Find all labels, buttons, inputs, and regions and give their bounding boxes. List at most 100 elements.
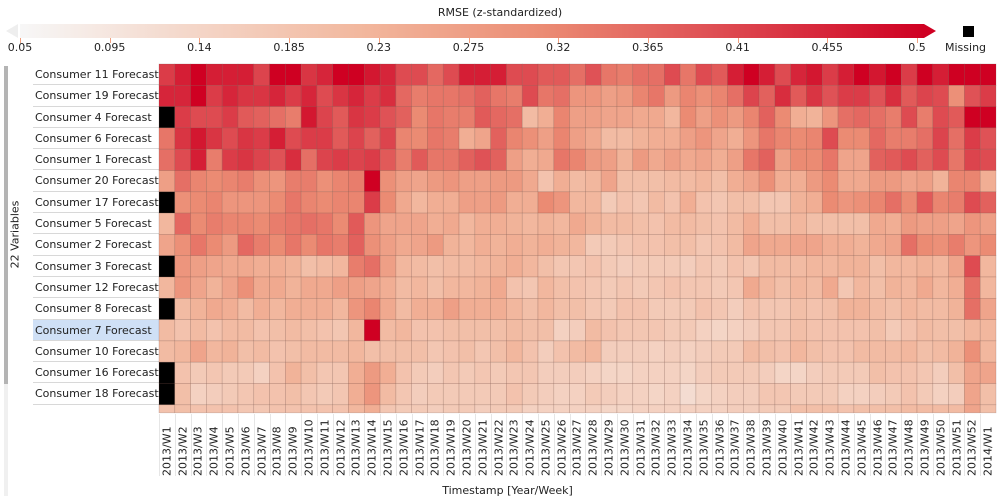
heatmap-cell[interactable] <box>600 191 618 214</box>
heatmap-cell[interactable] <box>900 383 918 406</box>
heatmap-cell[interactable] <box>395 234 412 256</box>
heatmap-cell[interactable] <box>821 340 839 363</box>
heatmap-cell[interactable] <box>916 234 934 256</box>
heatmap-cell[interactable] <box>821 404 839 414</box>
heatmap-cell[interactable] <box>758 212 776 235</box>
heatmap-cell[interactable] <box>664 170 681 193</box>
heatmap-cell[interactable] <box>316 234 334 256</box>
heatmap-cell[interactable] <box>316 191 334 214</box>
heatmap-cell[interactable] <box>221 106 239 129</box>
heatmap-cell[interactable] <box>932 191 949 214</box>
heatmap-cell[interactable] <box>348 276 365 299</box>
heatmap-cell[interactable] <box>853 170 870 193</box>
heatmap-cell[interactable] <box>316 404 334 414</box>
heatmap-cell[interactable] <box>790 170 807 193</box>
heatmap-cell[interactable] <box>253 170 270 193</box>
heatmap-cell[interactable] <box>442 148 460 171</box>
heatmap-cell[interactable] <box>206 276 223 299</box>
heatmap-cell[interactable] <box>616 234 634 256</box>
heatmap-cell[interactable] <box>395 319 412 342</box>
heatmap-cell[interactable] <box>569 106 586 129</box>
heatmap-cell[interactable] <box>853 361 870 384</box>
heatmap-cell[interactable] <box>253 191 270 214</box>
heatmap-cell[interactable] <box>269 319 286 342</box>
heatmap-cell[interactable] <box>474 63 491 86</box>
heatmap-cell[interactable] <box>427 297 444 320</box>
heatmap-cell[interactable] <box>158 212 176 235</box>
heatmap-cell[interactable] <box>821 85 839 107</box>
heatmap-cell[interactable] <box>474 319 491 342</box>
heatmap-cell[interactable] <box>316 276 334 299</box>
heatmap-cell[interactable] <box>190 276 207 299</box>
heatmap-cell[interactable] <box>853 106 870 129</box>
heatmap-cell[interactable] <box>395 383 412 406</box>
heatmap-cell[interactable] <box>695 127 713 150</box>
heatmap-cell[interactable] <box>253 340 270 363</box>
heatmap-cell[interactable] <box>537 383 555 406</box>
heatmap-cell[interactable] <box>948 340 965 363</box>
heatmap-cell[interactable] <box>900 148 918 171</box>
heatmap-cell[interactable] <box>174 319 191 342</box>
heatmap-cell[interactable] <box>664 85 681 107</box>
heatmap-cell[interactable] <box>790 361 807 384</box>
heatmap-cell[interactable] <box>269 404 286 414</box>
heatmap-cell[interactable] <box>190 319 207 342</box>
heatmap-cell[interactable] <box>790 340 807 363</box>
heatmap-cell[interactable] <box>221 361 239 384</box>
heatmap-cell[interactable] <box>869 63 886 86</box>
heatmap-cell[interactable] <box>853 383 870 406</box>
heatmap-cell[interactable] <box>885 404 902 414</box>
heatmap-cell[interactable] <box>285 319 302 342</box>
heatmap-cell[interactable] <box>285 404 302 414</box>
heatmap-cell[interactable] <box>506 191 523 214</box>
heatmap-cell[interactable] <box>158 319 176 342</box>
heatmap-cell[interactable] <box>285 170 302 193</box>
heatmap-cell[interactable] <box>490 340 507 363</box>
heatmap-cell[interactable] <box>190 63 207 86</box>
heatmap-cell[interactable] <box>474 191 491 214</box>
heatmap-cell[interactable] <box>758 383 776 406</box>
heatmap-cell[interactable] <box>269 127 286 150</box>
heatmap-cell[interactable] <box>521 276 539 299</box>
heatmap-cell[interactable] <box>285 383 302 406</box>
heatmap-cell[interactable] <box>474 255 491 278</box>
heatmap-cell[interactable] <box>285 276 302 299</box>
heatmap-cell[interactable] <box>474 148 491 171</box>
heatmap-cell[interactable] <box>695 361 713 384</box>
heatmap-cell[interactable] <box>300 148 318 171</box>
heatmap-cell[interactable] <box>442 361 460 384</box>
heatmap-cell[interactable] <box>806 361 823 384</box>
heatmap-cell[interactable] <box>206 106 223 129</box>
heatmap-cell[interactable] <box>932 276 949 299</box>
heatmap-cell[interactable] <box>285 191 302 214</box>
heatmap-cell[interactable] <box>853 85 870 107</box>
heatmap-cell[interactable] <box>490 404 507 414</box>
heatmap-cell[interactable] <box>932 106 949 129</box>
heatmap-cell[interactable] <box>537 319 555 342</box>
heatmap-cell[interactable] <box>758 148 776 171</box>
heatmap-cell[interactable] <box>585 85 602 107</box>
heatmap-cell[interactable] <box>679 383 697 406</box>
heatmap-cell[interactable] <box>727 63 744 86</box>
heatmap-cell[interactable] <box>332 319 349 342</box>
heatmap-cell-missing[interactable] <box>158 383 176 406</box>
heatmap-cell[interactable] <box>348 361 365 384</box>
heatmap-cell[interactable] <box>253 255 270 278</box>
heatmap-cell[interactable] <box>979 63 997 86</box>
heatmap-cell[interactable] <box>821 297 839 320</box>
heatmap-cell[interactable] <box>206 297 223 320</box>
heatmap-cell[interactable] <box>679 191 697 214</box>
heatmap-cell[interactable] <box>695 212 713 235</box>
heatmap-cell[interactable] <box>727 170 744 193</box>
heatmap-cell[interactable] <box>837 361 855 384</box>
heatmap-cell[interactable] <box>648 255 665 278</box>
heatmap-cell[interactable] <box>395 297 412 320</box>
heatmap-cell[interactable] <box>190 106 207 129</box>
heatmap-cell[interactable] <box>711 340 728 363</box>
heatmap-cell[interactable] <box>237 361 255 384</box>
heatmap-cell[interactable] <box>348 234 365 256</box>
heatmap-cell[interactable] <box>442 212 460 235</box>
heatmap-cell[interactable] <box>979 340 997 363</box>
heatmap-cell[interactable] <box>585 212 602 235</box>
heatmap-cell[interactable] <box>316 361 334 384</box>
